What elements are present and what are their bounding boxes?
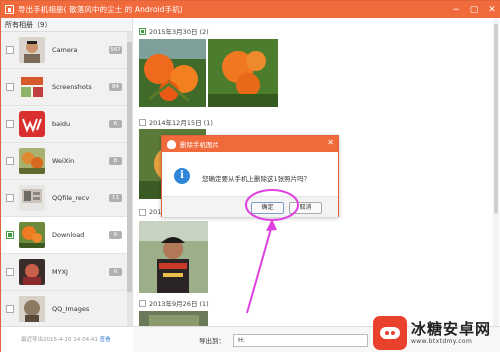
date-group-label: 2013年9月26日 (1) bbox=[149, 300, 209, 308]
album-thumbnail bbox=[19, 259, 45, 285]
album-item-download[interactable]: Download 6 bbox=[1, 217, 132, 254]
album-thumbnail bbox=[19, 74, 45, 100]
album-checkbox[interactable] bbox=[6, 120, 14, 128]
minimize-button[interactable]: − bbox=[447, 1, 465, 18]
album-count-badge: 6 bbox=[109, 268, 122, 276]
date-group-header[interactable]: 2014年12月15日 (1) bbox=[139, 117, 213, 127]
album-checkbox[interactable] bbox=[6, 305, 14, 313]
album-count-badge: 6 bbox=[109, 231, 122, 239]
album-checkbox[interactable] bbox=[6, 268, 14, 276]
photo-thumbnail[interactable] bbox=[139, 39, 206, 107]
album-thumbnail bbox=[19, 37, 45, 63]
photo-thumbnail[interactable] bbox=[208, 39, 278, 107]
album-item-myxj[interactable]: MYXJ 6 bbox=[1, 254, 132, 291]
album-count-badge: 8 bbox=[109, 157, 122, 165]
dialog-message: 您确定要从手机上删除这1张照片吗？ bbox=[202, 175, 311, 183]
date-group-checkbox[interactable] bbox=[139, 27, 146, 35]
site-logo bbox=[373, 316, 407, 350]
album-thumbnail bbox=[19, 185, 45, 211]
grid-scrollbar-thumb[interactable] bbox=[494, 24, 498, 214]
sidebar-scrollbar-thumb[interactable] bbox=[127, 42, 132, 292]
date-group-checkbox[interactable] bbox=[139, 208, 146, 216]
dialog-title: 删除手机图片 bbox=[180, 141, 219, 149]
album-item-qqfile-recv[interactable]: QQfile_recv 11 bbox=[1, 180, 132, 217]
qq-penguin-icon bbox=[167, 139, 176, 149]
dialog-footer: 确定 取消 bbox=[162, 196, 338, 217]
export-to-label: 导出到： bbox=[199, 337, 225, 345]
date-group-label: 2014年12月15日 (1) bbox=[149, 119, 213, 127]
album-count-badge: 6 bbox=[109, 120, 122, 128]
window-controls: − ▢ ✕ bbox=[447, 1, 500, 18]
dialog-close-icon[interactable]: ✕ bbox=[327, 138, 334, 147]
album-thumbnail bbox=[19, 222, 45, 248]
dialog-title-bar: 删除手机图片 ✕ bbox=[162, 136, 338, 152]
album-checkbox[interactable] bbox=[6, 194, 14, 202]
album-checkbox[interactable] bbox=[6, 157, 14, 165]
album-checkbox[interactable] bbox=[6, 83, 14, 91]
grid-scrollbar[interactable] bbox=[493, 18, 499, 326]
watermark-title: 冰糖安卓网 bbox=[411, 320, 492, 338]
date-group-label: 2015年3月30日 (2) bbox=[149, 28, 209, 36]
site-watermark: 冰糖安卓网 www.btxtdmy.com bbox=[373, 315, 491, 351]
album-item-qq-images[interactable]: QQ_Images bbox=[1, 291, 132, 328]
last-export-text: 最近导出2015-4-20 14:04:41 bbox=[21, 337, 98, 343]
album-item-camera[interactable]: Camera 567 bbox=[1, 32, 132, 69]
album-checkbox[interactable] bbox=[6, 231, 14, 239]
close-button[interactable]: ✕ bbox=[483, 1, 500, 18]
album-count-badge: 567 bbox=[109, 46, 122, 54]
album-checkbox[interactable] bbox=[6, 46, 14, 54]
title-bar: 导出手机相册( 散落风中的尘土 的 Android手机) − ▢ ✕ bbox=[1, 1, 500, 18]
date-group-checkbox[interactable] bbox=[139, 299, 146, 307]
date-group-checkbox[interactable] bbox=[139, 118, 146, 126]
window-title: 导出手机相册( 散落风中的尘土 的 Android手机) bbox=[18, 5, 183, 14]
view-export-link[interactable]: 查看 bbox=[100, 337, 111, 343]
album-item-baidu[interactable]: baidu 6 bbox=[1, 106, 132, 143]
date-group-header[interactable]: 2013年9月26日 (1) bbox=[139, 298, 209, 308]
export-app-icon bbox=[5, 5, 14, 14]
album-name: QQ_Images bbox=[52, 305, 90, 313]
wps-logo-thumbnail bbox=[19, 111, 45, 137]
watermark-url: www.btxtdmy.com bbox=[411, 338, 473, 345]
export-path-field[interactable]: H: bbox=[233, 333, 368, 347]
info-icon: i bbox=[174, 168, 190, 184]
sidebar-scrollbar[interactable] bbox=[127, 32, 132, 332]
album-sidebar: 所有相册（9） Camera 567 Screenshots 84 baidu … bbox=[1, 18, 133, 352]
maximize-button[interactable]: ▢ bbox=[465, 1, 483, 18]
album-count-badge: 11 bbox=[109, 194, 122, 202]
album-thumbnail bbox=[19, 148, 45, 174]
photo-thumbnail[interactable] bbox=[139, 221, 208, 293]
last-export-info: 最近导出2015-4-20 14:04:41 查看 bbox=[1, 326, 133, 352]
photo-thumbnail[interactable] bbox=[139, 311, 208, 326]
album-thumbnail bbox=[19, 296, 45, 322]
delete-confirm-dialog: 删除手机图片 ✕ i 您确定要从手机上删除这1张照片吗？ 确定 取消 bbox=[161, 135, 339, 217]
album-list-header: 所有相册（9） bbox=[1, 18, 132, 32]
app-window: 导出手机相册( 散落风中的尘土 的 Android手机) − ▢ ✕ 所有相册（… bbox=[0, 0, 500, 352]
album-item-screenshots[interactable]: Screenshots 84 bbox=[1, 69, 132, 106]
album-item-weixin[interactable]: WeiXin 8 bbox=[1, 143, 132, 180]
album-count-badge: 84 bbox=[109, 83, 122, 91]
cancel-button[interactable]: 取消 bbox=[289, 202, 322, 214]
date-group-header[interactable]: 2015年3月30日 (2) bbox=[139, 26, 209, 36]
confirm-button[interactable]: 确定 bbox=[251, 202, 284, 214]
